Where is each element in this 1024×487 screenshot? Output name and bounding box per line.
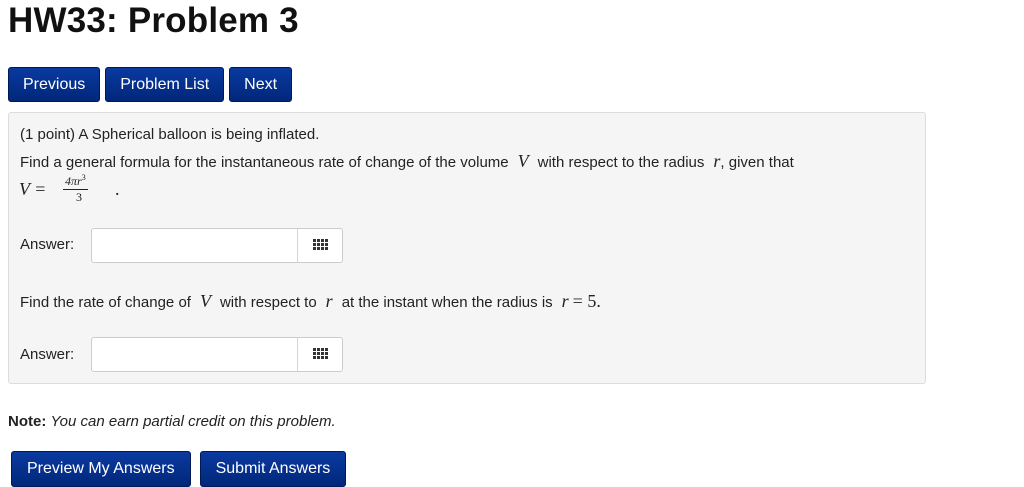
note-text: You can earn partial credit on this prob…: [50, 413, 336, 430]
problem-intro: (1 point) A Spherical balloon is being i…: [20, 126, 320, 143]
grid-icon[interactable]: [313, 239, 329, 251]
answer-2-input[interactable]: [92, 338, 297, 371]
equation-value: = 5.: [572, 291, 601, 311]
answer-1-field: [91, 228, 343, 263]
formula-numerator: 4πr3: [63, 173, 88, 190]
preview-answers-button[interactable]: Preview My Answers: [11, 451, 191, 487]
var-v: V: [517, 151, 529, 171]
answer-2-label: Answer:: [20, 346, 75, 363]
question-1-text-b: with respect to the radius: [537, 154, 705, 171]
question-2-text-c: at the instant when the radius is: [341, 294, 553, 311]
question-1-text-a: Find a general formula for the instantan…: [20, 154, 509, 171]
submit-answers-button[interactable]: Submit Answers: [199, 451, 347, 487]
answer-1-label: Answer:: [20, 236, 75, 253]
question-2-text-b: with respect to: [219, 294, 317, 311]
partial-credit-note: Note: You can earn partial credit on thi…: [8, 413, 336, 430]
answer-1-input[interactable]: [92, 229, 297, 262]
formula-lhs: V =: [19, 179, 47, 199]
previous-button[interactable]: Previous: [8, 67, 101, 102]
question-2-text-a: Find the rate of change of: [20, 294, 191, 311]
formula-denominator: 3: [76, 190, 82, 204]
problem-list-button[interactable]: Problem List: [105, 67, 225, 102]
var-r: r: [325, 291, 333, 311]
problem-panel: (1 point) A Spherical balloon is being i…: [8, 112, 926, 384]
var-v: V: [199, 291, 211, 311]
var-r: r: [561, 291, 569, 311]
question-1-text-c: , given that: [720, 154, 794, 171]
problem-question-2: Find the rate of change of Vwith respect …: [20, 291, 601, 312]
answer-1-divider: [297, 229, 298, 262]
problem-question-1: Find a general formula for the instantan…: [20, 151, 794, 172]
answer-2-divider: [297, 338, 298, 371]
formula-period: .: [115, 179, 120, 199]
problem-nav: Previous Problem List Next: [8, 67, 293, 102]
next-button[interactable]: Next: [229, 67, 293, 102]
submit-actions: Preview My Answers Submit Answers: [11, 451, 347, 487]
grid-icon[interactable]: [313, 348, 329, 360]
answer-2-field: [91, 337, 343, 372]
note-label: Note:: [8, 413, 47, 430]
page-title: HW33: Problem 3: [8, 1, 299, 40]
